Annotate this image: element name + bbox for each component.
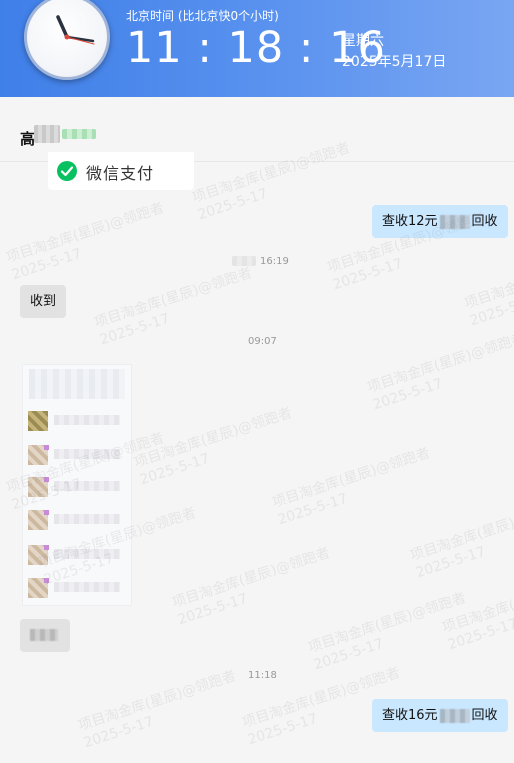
wechat-pay-label: 微信支付 <box>86 164 155 183</box>
wechat-pay-card[interactable]: 微信支付 <box>48 152 194 190</box>
analog-clock-icon <box>24 0 110 80</box>
message-timestamp: 09:07 <box>248 336 277 347</box>
clock-banner: 北京时间 (比北京快0个小时) 11 : 18 : 16 星期六 2025年5月… <box>0 0 514 97</box>
image-list-row <box>28 477 126 499</box>
image-message[interactable] <box>22 364 132 606</box>
watermark-text: 项目淘金库(星辰)@领跑者 2025-5-17 <box>92 264 255 349</box>
image-list-row <box>28 578 126 600</box>
timestamp-censor-block <box>232 256 256 266</box>
watermark-text: 项目淘金库(星辰)@领跑者 2025-5-17 <box>440 569 514 654</box>
image-list-row <box>28 510 126 532</box>
watermark-text: 项目淘金库(星辰)@领跑者 2025-5-17 <box>170 544 333 629</box>
censor-block <box>439 708 470 723</box>
wechat-pay-check-icon <box>57 161 77 181</box>
message-timestamp: 16:19 <box>260 256 289 267</box>
censor-block <box>30 629 58 641</box>
image-list-row <box>28 445 126 467</box>
watermark-text: 项目淘金库(星辰)@领跑者 2025-5-17 <box>365 329 514 414</box>
received-message-bubble[interactable]: 收到 <box>20 285 67 318</box>
message-timestamp: 11:18 <box>248 670 277 681</box>
sent-message-bubble[interactable]: 查收16元 回收 <box>372 699 508 732</box>
name-censor-block <box>34 125 60 143</box>
contact-name[interactable]: 高 <box>20 128 35 149</box>
watermark-text: 项目淘金库(星辰)@领跑者 2025-5-17 <box>4 199 167 284</box>
watermark-text: 项目淘金库(星辰)@领跑者 2025-5-17 <box>132 404 295 489</box>
date-label: 2025年5月17日 <box>342 54 447 70</box>
sent-message-bubble[interactable]: 查收12元 回收 <box>372 205 508 238</box>
watermark-text: 项目淘金库(星辰)@领跑者 2025-5-17 <box>462 245 514 330</box>
watermark-text: 项目淘金库(星辰)@领跑者 2025-5-17 <box>306 589 469 674</box>
watermark-text: 项目淘金库(星辰)@领跑者 2025-5-17 <box>76 667 239 752</box>
image-header-blur <box>29 369 125 399</box>
watermark-text: 项目淘金库(星辰)@领跑者 2025-5-17 <box>408 497 514 582</box>
image-list-row <box>28 545 126 567</box>
censor-block <box>439 214 470 229</box>
watermark-text: 项目淘金库(星辰)@领跑者 2025-5-17 <box>270 444 433 529</box>
image-list-row <box>28 411 126 433</box>
name-censor-block <box>62 129 96 139</box>
weekday-label: 星期六 <box>342 33 384 49</box>
received-message-bubble[interactable] <box>20 619 70 652</box>
